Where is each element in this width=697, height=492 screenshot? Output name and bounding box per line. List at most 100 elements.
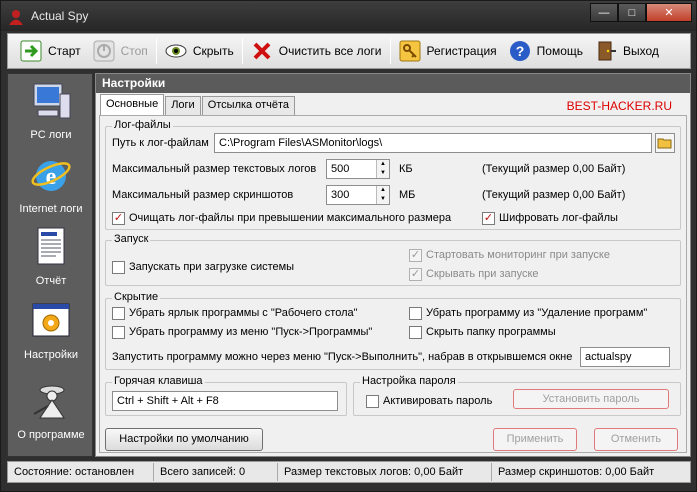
- clear-on-exceed-checkbox[interactable]: ✓: [112, 212, 125, 225]
- spin-down-icon[interactable]: ▼: [377, 169, 389, 178]
- hide-button[interactable]: Скрыть: [159, 37, 240, 65]
- help-button[interactable]: ? Помощь: [503, 37, 589, 65]
- text-max-stepper[interactable]: 500 ▲ ▼: [326, 159, 390, 179]
- text-max-label: Максимальный размер текстовых логов: [112, 163, 317, 175]
- status-bar: Состояние: остановлен Всего записей: 0 Р…: [7, 461, 691, 483]
- activate-password-label: Активировать пароль: [383, 395, 493, 407]
- spin-up-icon[interactable]: ▲: [377, 160, 389, 169]
- hotkey-group: Горячая клавиша Ctrl + Shift + Alt + F8: [105, 375, 347, 416]
- sidebar-item-label: Отчёт: [35, 275, 67, 287]
- sidebar-item-label: PC логи: [30, 129, 72, 141]
- remove-startmenu-checkbox[interactable]: [112, 326, 125, 339]
- remove-desktop-checkbox[interactable]: [112, 307, 125, 320]
- text-unit: КБ: [399, 163, 413, 175]
- spin-down-icon[interactable]: ▼: [377, 195, 389, 204]
- sidebar-item-internet-logs[interactable]: e Internet логи: [8, 154, 94, 215]
- run-on-boot-label: Запускать при загрузке системы: [129, 261, 295, 273]
- sidebar-item-pc-logs[interactable]: PC логи: [8, 80, 94, 141]
- hide-on-start-checkbox[interactable]: ✓: [409, 268, 422, 281]
- run-on-boot-checkbox[interactable]: [112, 261, 125, 274]
- help-label: Помощь: [536, 44, 584, 58]
- exit-label: Выход: [623, 44, 659, 58]
- hide-label: Скрыть: [192, 44, 234, 58]
- settings-gear-icon: [32, 303, 70, 337]
- start-monitoring-label: Стартовать мониторинг при запуске: [426, 249, 610, 261]
- group-title: Настройка пароля: [360, 375, 458, 387]
- activate-password-checkbox[interactable]: [366, 395, 379, 408]
- hide-folder-checkbox[interactable]: [409, 326, 422, 339]
- sidebar: PC логи e Internet логи Отчёт Настройки …: [7, 73, 93, 457]
- password-group: Настройка пароля Активировать пароль Уст…: [353, 375, 681, 416]
- close-button[interactable]: ✕: [646, 3, 692, 22]
- register-button[interactable]: Регистрация: [393, 37, 503, 65]
- hotkey-field[interactable]: Ctrl + Shift + Alt + F8: [112, 391, 338, 411]
- spin-up-icon[interactable]: ▲: [377, 186, 389, 195]
- log-path-label: Путь к лог-файлам: [112, 137, 209, 149]
- remove-startmenu-label: Убрать программу из меню "Пуск->Программ…: [129, 326, 373, 338]
- red-x-icon: [253, 42, 271, 60]
- clear-on-exceed-label: Очищать лог-файлы при превышении максима…: [129, 212, 452, 224]
- document-icon: [37, 227, 65, 265]
- toolbar-separator: [155, 38, 157, 64]
- start-button[interactable]: Старт: [14, 37, 87, 65]
- hiding-group: Скрытие Убрать ярлык программы с "Рабоче…: [105, 291, 681, 370]
- register-label: Регистрация: [426, 44, 497, 58]
- eye-icon: [165, 44, 187, 58]
- tab-general[interactable]: Основные: [100, 94, 165, 115]
- browse-folder-button[interactable]: [655, 133, 675, 153]
- group-title: Лог-файлы: [112, 119, 173, 131]
- exit-door-icon: [598, 41, 617, 61]
- set-password-button[interactable]: Установить пароль: [513, 389, 669, 409]
- cancel-button[interactable]: Отменить: [594, 428, 678, 451]
- stop-icon: [93, 40, 115, 62]
- title-bar: Actual Spy — □ ✕: [1, 1, 696, 31]
- spy-figure-icon: [33, 385, 65, 419]
- text-max-value: 500: [331, 163, 350, 175]
- encrypt-label: Шифровать лог-файлы: [499, 212, 618, 224]
- text-current-size: (Текущий размер 0,00 Байт): [482, 163, 626, 175]
- shot-current-size: (Текущий размер 0,00 Байт): [482, 189, 626, 201]
- hide-on-start-label: Скрывать при запуске: [426, 268, 539, 280]
- start-arrow-icon: [20, 40, 42, 62]
- status-shot-size: Размер скриншотов: 0,00 Байт: [498, 466, 655, 478]
- shot-unit: МБ: [399, 189, 416, 201]
- sidebar-item-about[interactable]: О программе: [8, 380, 94, 441]
- toolbar-separator: [241, 38, 243, 64]
- run-name-field[interactable]: actualspy: [580, 347, 670, 367]
- shot-max-stepper[interactable]: 300 ▲ ▼: [326, 185, 390, 205]
- maximize-button[interactable]: □: [618, 3, 646, 22]
- key-icon: [399, 40, 420, 62]
- tab-bar: Основные Логи Отсылка отчёта: [100, 94, 296, 115]
- tab-report-sending[interactable]: Отсылка отчёта: [201, 96, 296, 115]
- toolbar-separator: [389, 38, 391, 64]
- group-title: Горячая клавиша: [112, 375, 205, 387]
- stop-button[interactable]: Стоп: [87, 37, 154, 65]
- clear-logs-button[interactable]: Очистить все логи: [245, 37, 388, 65]
- sidebar-item-settings[interactable]: Настройки: [8, 300, 94, 361]
- start-monitoring-checkbox[interactable]: ✓: [409, 249, 422, 262]
- help-question-icon: ?: [509, 41, 530, 61]
- window-title: Actual Spy: [31, 9, 89, 23]
- stop-label: Стоп: [120, 44, 148, 58]
- remove-uninstall-checkbox[interactable]: [409, 307, 422, 320]
- svg-text:?: ?: [515, 43, 524, 59]
- defaults-button[interactable]: Настройки по умолчанию: [105, 428, 263, 451]
- tab-logs[interactable]: Логи: [165, 96, 201, 115]
- exit-button[interactable]: Выход: [589, 37, 665, 65]
- group-title: Скрытие: [112, 291, 161, 303]
- sidebar-item-report[interactable]: Отчёт: [8, 226, 94, 287]
- sidebar-item-label: Настройки: [24, 349, 78, 361]
- computer-icon: [33, 83, 71, 119]
- minimize-button[interactable]: —: [590, 3, 618, 22]
- general-tab-panel: Лог-файлы Путь к лог-файлам C:\Program F…: [99, 115, 687, 453]
- start-label: Старт: [48, 44, 81, 58]
- apply-button[interactable]: Применить: [493, 428, 577, 451]
- group-title: Запуск: [112, 233, 151, 245]
- shot-max-value: 300: [331, 189, 350, 201]
- log-path-field[interactable]: C:\Program Files\ASMonitor\logs\: [214, 133, 652, 153]
- panel-title: Настройки: [96, 74, 690, 93]
- encrypt-checkbox[interactable]: ✓: [482, 212, 495, 225]
- remove-uninstall-label: Убрать программу из "Удаление программ": [426, 307, 648, 319]
- run-hint-text: Запустить программу можно через меню "Пу…: [112, 351, 573, 363]
- logfiles-group: Лог-файлы Путь к лог-файлам C:\Program F…: [105, 119, 681, 230]
